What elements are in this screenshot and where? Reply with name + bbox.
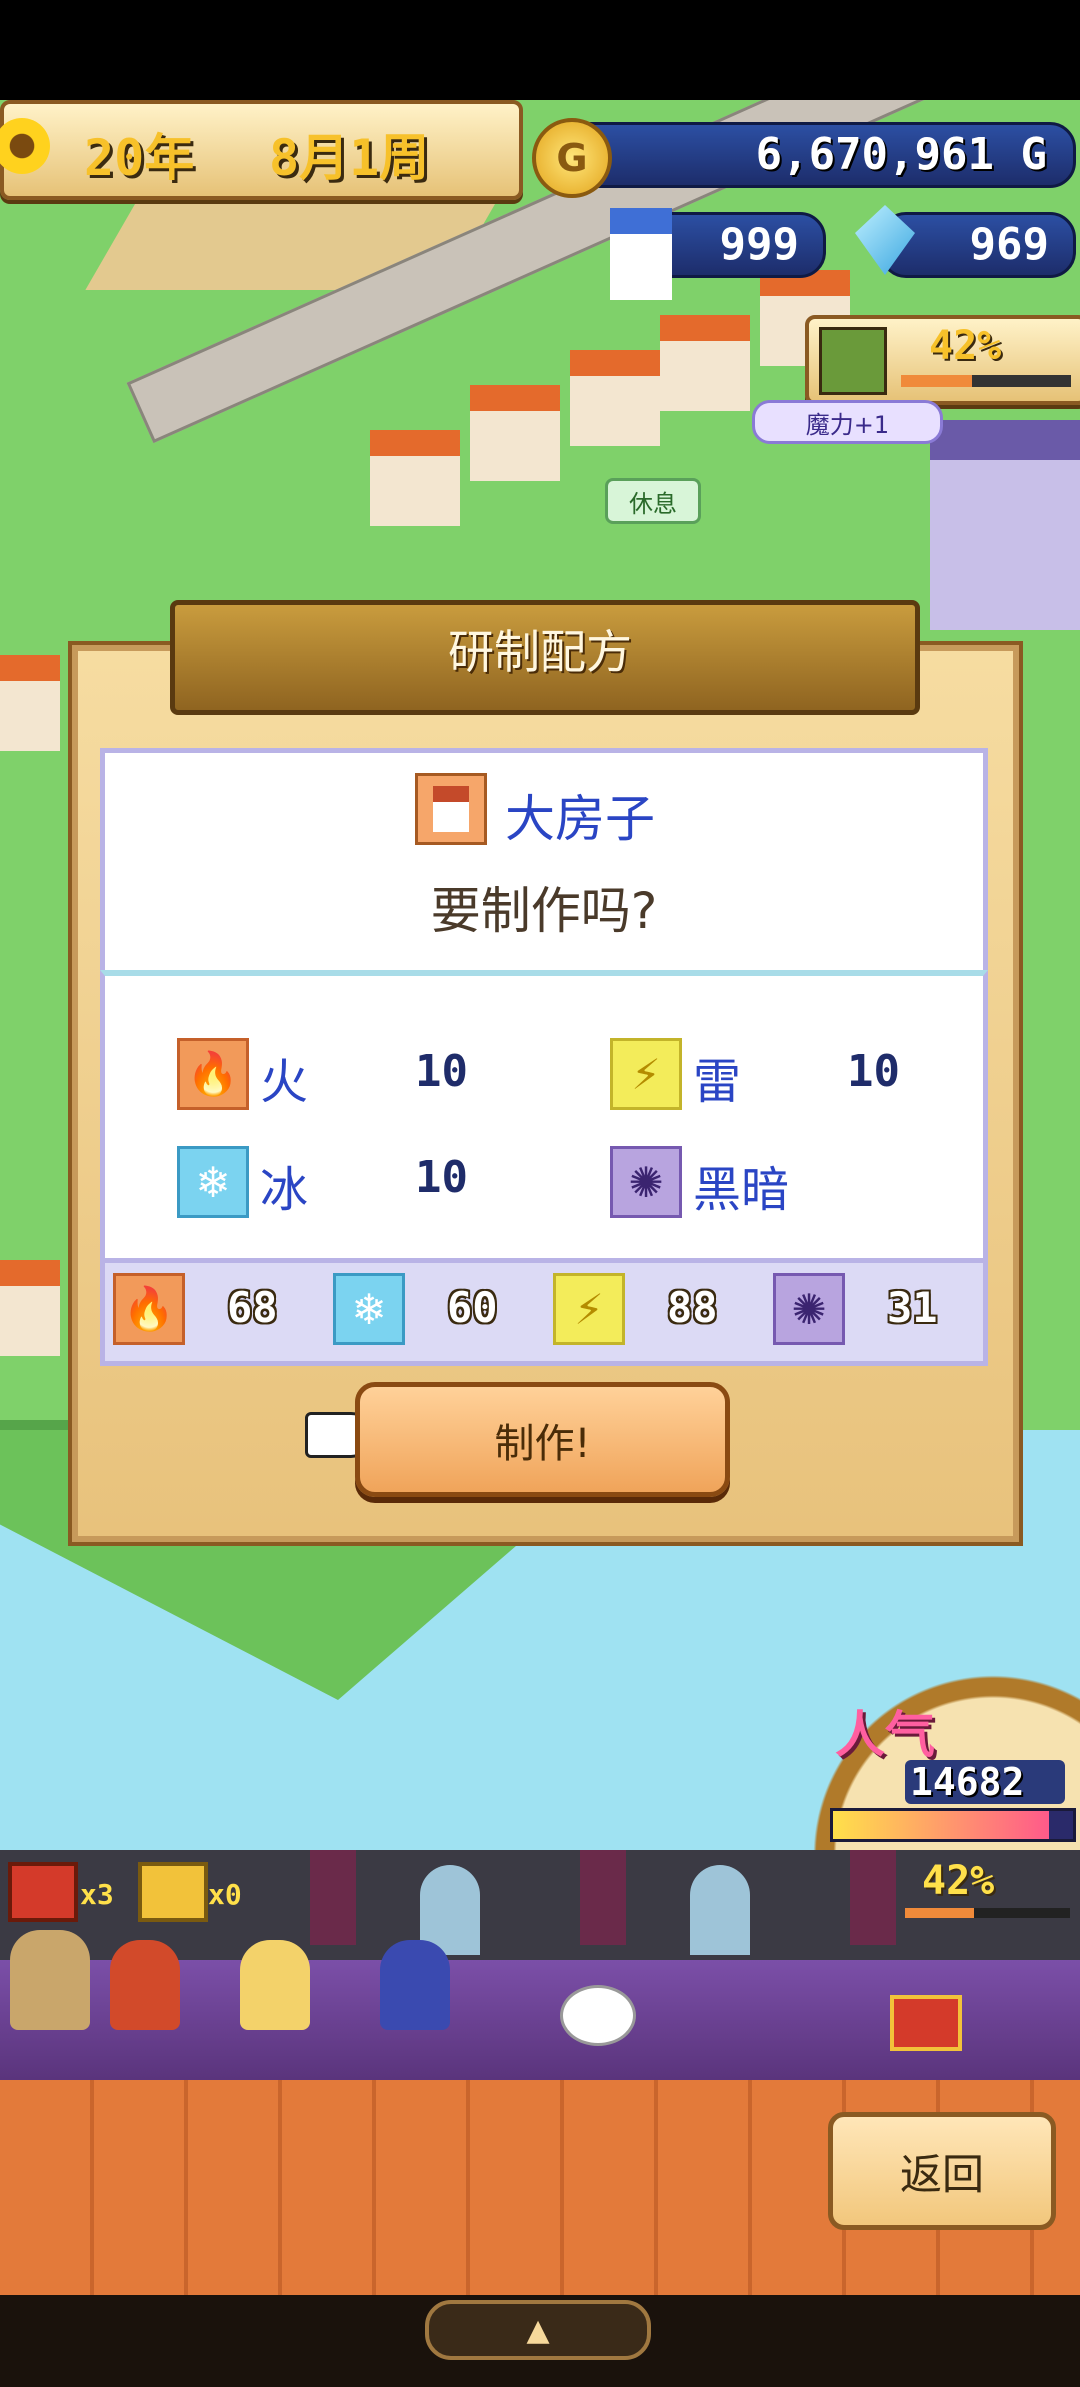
- hall-progress-fill: [905, 1908, 975, 1918]
- stock-dark: 31: [887, 1283, 938, 1332]
- fire-icon: 🔥: [113, 1273, 185, 1345]
- adventurer-sprite[interactable]: [380, 1940, 450, 2030]
- hall-progress-percent: 42%: [922, 1858, 995, 1904]
- red-chest-count: x3: [80, 1878, 114, 1911]
- stock-fire: 68: [227, 1283, 278, 1332]
- cost-name-thunder: 雷: [693, 1054, 742, 1110]
- arrow-up-icon: ▲: [526, 2312, 550, 2348]
- popularity-label: 人气: [835, 1706, 935, 1764]
- house-icon: [610, 208, 672, 300]
- element-stock-panel: 🔥 68 ❄ 60 ⚡ 88 ✺ 31: [100, 1258, 988, 1366]
- hall-banner: [850, 1850, 896, 1945]
- item-name: 大房子: [505, 790, 655, 848]
- house-sprite: [0, 1260, 60, 1356]
- dark-icon: ✺: [773, 1273, 845, 1345]
- sunflower-icon: [0, 118, 50, 174]
- cost-name-ice: 冰: [260, 1162, 309, 1218]
- popularity-value: 14682: [910, 1760, 1025, 1804]
- facility-progress-panel[interactable]: 42%: [805, 315, 1080, 405]
- hall-window: [690, 1865, 750, 1955]
- house-sprite: [660, 315, 750, 411]
- adventurer-sprite[interactable]: [110, 1940, 180, 2030]
- facility-progress-bar: [901, 375, 1071, 387]
- status-bar: [0, 0, 1080, 100]
- house-sprite: [0, 655, 60, 751]
- gold-display: 6,670,961 G: [545, 122, 1076, 188]
- make-button[interactable]: 制作!: [355, 1382, 730, 1497]
- make-button-label: 制作!: [494, 1420, 591, 1467]
- rabbit-monster-sprite[interactable]: [560, 1985, 636, 2046]
- adventurer-sprite[interactable]: [10, 1930, 90, 2030]
- red-chest-icon: [8, 1862, 78, 1922]
- stock-thunder: 88: [667, 1283, 718, 1332]
- drawer-toggle-button[interactable]: ▲: [425, 2300, 651, 2360]
- house-sprite: [570, 350, 660, 446]
- popularity-bar-fill: [833, 1811, 1049, 1839]
- back-button[interactable]: 返回: [828, 2112, 1056, 2230]
- hall-banner: [310, 1850, 356, 1945]
- house-sprite: [370, 430, 460, 526]
- back-button-label: 返回: [899, 2149, 984, 2199]
- treasure-chest-sprite[interactable]: [890, 1995, 962, 2051]
- cost-amount-fire: 10: [415, 1046, 468, 1097]
- adventurer-sprite[interactable]: [240, 1940, 310, 2030]
- cost-panel: 🔥 火 10 ⚡ 雷 10 ❄ 冰 10 ✺ 黑暗: [100, 970, 988, 1266]
- gold-amount: 6,670,961 G: [755, 129, 1047, 180]
- hall-banner: [580, 1850, 626, 1945]
- popularity-bar: [830, 1808, 1076, 1842]
- cost-name-dark: 黑暗: [693, 1162, 790, 1218]
- crystal-count: 969: [969, 219, 1049, 270]
- resting-bubble: 休息: [605, 478, 701, 524]
- craft-prompt: 要制作吗?: [430, 882, 658, 940]
- ice-icon: ❄: [333, 1273, 405, 1345]
- gold-chest-count: x0: [208, 1878, 242, 1911]
- item-panel: 大房子 要制作吗?: [100, 748, 988, 973]
- facility-percent: 42%: [929, 323, 1002, 369]
- cost-amount-thunder: 10: [847, 1046, 900, 1097]
- cost-name-fire: 火: [260, 1054, 309, 1110]
- gold-chest-icon: [138, 1862, 208, 1922]
- big-house-icon: [415, 773, 487, 845]
- date-panel[interactable]: 20年 8月1周: [0, 100, 523, 200]
- date-week: 8月1周: [269, 129, 430, 187]
- magic-tower-sprite: [930, 420, 1080, 630]
- crystal-count-display: 969: [880, 212, 1076, 278]
- coin-icon: G: [532, 118, 612, 198]
- resting-label: 休息: [629, 489, 677, 518]
- cost-amount-ice: 10: [415, 1152, 468, 1203]
- hall-progress-bar: [905, 1908, 1070, 1918]
- thunder-icon: ⚡: [610, 1038, 682, 1110]
- magic-bonus-bubble: 魔力+1: [752, 400, 943, 444]
- magic-bonus-label: 魔力+1: [805, 410, 890, 439]
- fire-icon: 🔥: [177, 1038, 249, 1110]
- stock-ice: 60: [447, 1283, 498, 1332]
- dark-icon: ✺: [610, 1146, 682, 1218]
- house-sprite: [470, 385, 560, 481]
- date-year: 20年: [84, 129, 195, 187]
- house-count: 999: [719, 219, 799, 270]
- ice-icon: ❄: [177, 1146, 249, 1218]
- thunder-icon: ⚡: [553, 1273, 625, 1345]
- cave-icon: [819, 327, 887, 395]
- dialog-title: 研制配方: [448, 625, 632, 679]
